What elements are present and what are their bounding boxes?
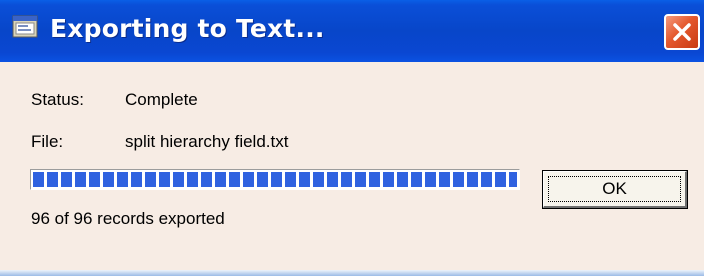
ok-button-label: OK xyxy=(602,179,627,198)
status-value: Complete xyxy=(125,90,198,109)
file-value: split hierarchy field.txt xyxy=(125,132,289,151)
window-bottom-border xyxy=(0,270,704,276)
progress-bar xyxy=(30,169,520,190)
export-dialog: Exporting to Text... Status: Complete Fi… xyxy=(0,0,704,276)
window-title: Exporting to Text... xyxy=(50,14,325,43)
title-bar[interactable]: Exporting to Text... xyxy=(0,0,704,62)
close-button[interactable] xyxy=(664,14,700,50)
file-label: File: xyxy=(31,132,64,151)
records-exported-text: 96 of 96 records exported xyxy=(31,209,225,228)
close-icon xyxy=(673,23,691,41)
ok-button[interactable]: OK xyxy=(542,170,688,209)
status-label: Status: xyxy=(31,90,84,109)
progress-bar-fill xyxy=(33,172,517,187)
window-app-icon xyxy=(12,14,40,40)
